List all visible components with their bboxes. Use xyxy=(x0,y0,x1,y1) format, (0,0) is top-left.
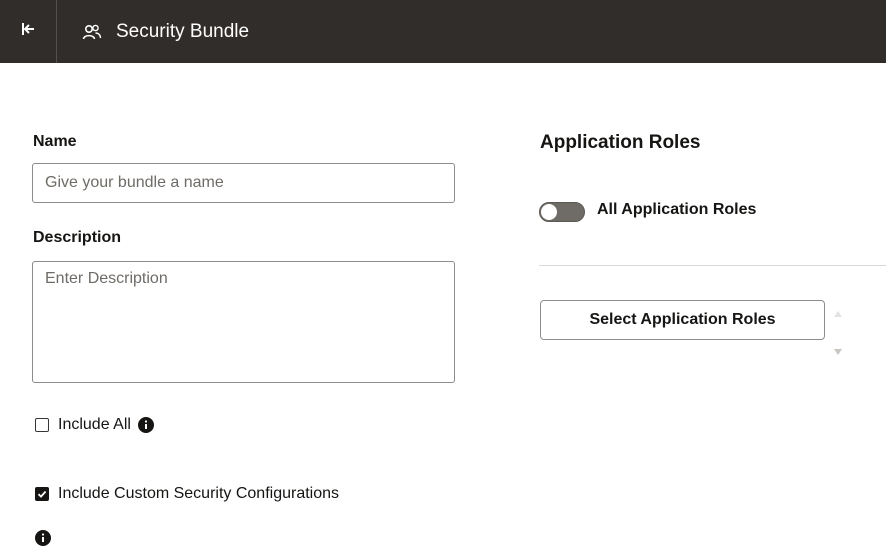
page-title: Security Bundle xyxy=(116,20,250,42)
caret-up-icon[interactable] xyxy=(833,305,843,317)
all-application-roles-label: All Application Roles xyxy=(597,201,757,218)
collapse-left-icon xyxy=(21,22,35,41)
toggle-knob xyxy=(541,204,557,220)
include-all-checkbox[interactable] xyxy=(35,418,49,432)
header-bar: Security Bundle xyxy=(0,0,886,63)
include-all-row: Include All xyxy=(35,416,154,434)
include-custom-row: Include Custom Security Configurations xyxy=(35,485,339,503)
include-custom-checkbox[interactable] xyxy=(35,487,49,501)
info-icon[interactable] xyxy=(137,417,154,433)
include-custom-label: Include Custom Security Configurations xyxy=(58,485,340,502)
application-roles-heading: Application Roles xyxy=(540,132,701,153)
users-icon xyxy=(82,22,102,42)
caret-down-icon[interactable] xyxy=(833,343,843,355)
info-icon[interactable] xyxy=(35,530,51,546)
description-label: Description xyxy=(33,229,122,246)
description-textarea[interactable] xyxy=(32,261,455,383)
header-divider xyxy=(56,0,57,63)
include-all-label: Include All xyxy=(58,416,131,433)
section-divider xyxy=(539,265,886,266)
select-application-roles-button[interactable]: Select Application Roles xyxy=(540,300,825,340)
collapse-panel-button[interactable] xyxy=(0,0,56,63)
name-input[interactable] xyxy=(32,163,455,203)
all-application-roles-toggle[interactable] xyxy=(539,202,585,222)
name-label: Name xyxy=(33,133,77,150)
